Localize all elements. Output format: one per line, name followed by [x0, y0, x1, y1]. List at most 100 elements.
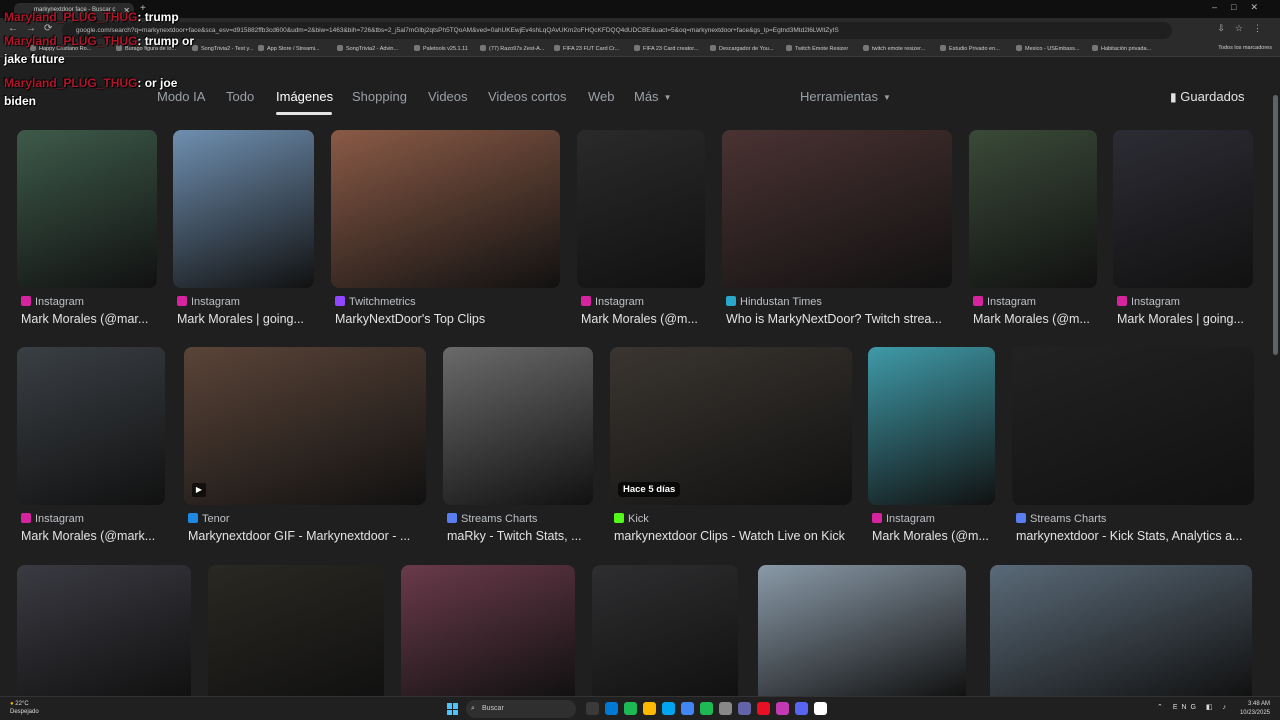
browser-tab-bar: markynextdoor face - Buscar c ✕ + –□✕ [0, 0, 1280, 18]
result-title[interactable]: Mark Morales | going... [1117, 312, 1257, 326]
bookmark-item[interactable]: twitch emote resizer... [863, 45, 925, 52]
result-source[interactable]: Instagram [872, 513, 935, 525]
result-source[interactable]: Instagram [581, 296, 644, 308]
tools-button[interactable]: Herramientas ▼ [800, 89, 891, 104]
result-thumbnail[interactable]: Hace 5 días [610, 347, 852, 505]
system-tray-icons[interactable]: ⌃ ENG ◧ ♪ [1157, 703, 1230, 711]
browser-toolbar-icons[interactable]: ⇩☆⋮ [1217, 23, 1272, 34]
tab-web[interactable]: Web [588, 89, 615, 104]
result-thumbnail[interactable] [868, 347, 995, 505]
result-source[interactable]: Tenor [188, 513, 230, 525]
result-thumbnail[interactable] [990, 565, 1252, 696]
folder-icon[interactable] [643, 702, 656, 715]
tab-todo[interactable]: Todo [226, 89, 254, 104]
result-source[interactable]: Twitchmetrics [335, 296, 416, 308]
result-title[interactable]: MarkyNextDoor's Top Clips [335, 312, 564, 326]
result-thumbnail[interactable] [208, 565, 384, 696]
bookmark-label: Estudio Privado en... [949, 46, 1000, 52]
result-title[interactable]: Mark Morales (@m... [581, 312, 709, 326]
bookmark-item[interactable]: Paletools v25.1.11 [414, 45, 468, 52]
clock[interactable]: 3:48 AM 10/23/2025 [1240, 700, 1270, 718]
windows-start-icon[interactable] [447, 703, 459, 715]
tab-videos-cortos[interactable]: Videos cortos [488, 89, 567, 104]
result-source[interactable]: Instagram [973, 296, 1036, 308]
result-thumbnail[interactable]: ▶ [184, 347, 426, 505]
result-thumbnail[interactable] [1012, 347, 1254, 505]
bookmark-item[interactable]: SongTrivia2 - Advin... [337, 45, 398, 52]
chat-username: Maryland_PLUG_THUG [4, 34, 138, 48]
address-bar[interactable]: google.com/search?q=markynextdoor+face&s… [62, 22, 1172, 39]
capture-icon[interactable] [814, 702, 827, 715]
result-thumbnail[interactable] [1113, 130, 1253, 288]
result-source[interactable]: Kick [614, 513, 649, 525]
discord-icon[interactable] [795, 702, 808, 715]
bookmark-item[interactable]: (77) Razo97s Zest-A... [480, 45, 544, 52]
weather-widget[interactable]: ● 22°C Despejado [10, 700, 39, 716]
result-thumbnail[interactable] [969, 130, 1097, 288]
github-icon[interactable] [719, 702, 732, 715]
result-title[interactable]: markynextdoor Clips - Watch Live on Kick [614, 529, 856, 543]
result-thumbnail[interactable] [443, 347, 593, 505]
bookmark-item[interactable]: Mexico - USEmbass... [1016, 45, 1079, 52]
teams-icon[interactable] [738, 702, 751, 715]
media-icon[interactable] [757, 702, 770, 715]
result-title[interactable]: Mark Morales (@mark... [21, 529, 169, 543]
result-thumbnail[interactable] [577, 130, 705, 288]
spotify-icon[interactable] [700, 702, 713, 715]
result-thumbnail[interactable] [17, 565, 191, 696]
page-scrollbar[interactable] [1273, 95, 1278, 355]
result-source[interactable]: Instagram [21, 296, 84, 308]
result-source[interactable]: Hindustan Times [726, 296, 822, 308]
result-title[interactable]: Mark Morales (@m... [973, 312, 1101, 326]
store-icon[interactable] [662, 702, 675, 715]
bookmark-favicon-icon [940, 45, 946, 51]
tab-mas[interactable]: Más ▼ [634, 89, 671, 104]
chrome-icon[interactable] [681, 702, 694, 715]
bookmark-item[interactable]: Habitación privada... [1092, 45, 1151, 52]
tab-shopping[interactable]: Shopping [352, 89, 407, 104]
result-thumbnail[interactable] [592, 565, 738, 696]
bookmark-item[interactable]: FIFA 23 Card creator... [634, 45, 698, 52]
result-thumbnail[interactable] [173, 130, 314, 288]
source-favicon-icon [1117, 296, 1127, 306]
edge-icon[interactable] [605, 702, 618, 715]
taskbar-search[interactable]: ⌕ Buscar [466, 700, 576, 718]
source-favicon-icon [335, 296, 345, 306]
result-thumbnail[interactable] [17, 130, 157, 288]
task-view-icon[interactable] [586, 702, 599, 715]
result-title[interactable]: Mark Morales | going... [177, 312, 318, 326]
bookmark-favicon-icon [258, 45, 264, 51]
result-thumbnail[interactable] [401, 565, 575, 696]
result-source[interactable]: Streams Charts [1016, 513, 1106, 525]
bookmark-label: FIFA 23 FUT Card Cr... [563, 46, 620, 52]
bookmark-favicon-icon [863, 45, 869, 51]
bookmark-item[interactable]: App Store / Streami... [258, 45, 320, 52]
result-source[interactable]: Instagram [1117, 296, 1180, 308]
result-title[interactable]: Mark Morales (@mar... [21, 312, 161, 326]
result-source[interactable]: Instagram [21, 513, 84, 525]
bookmark-item[interactable]: Estudio Privado en... [940, 45, 1000, 52]
result-thumbnail[interactable] [331, 130, 560, 288]
bookmark-item[interactable]: Descargador de You... [710, 45, 773, 52]
result-title[interactable]: maRky - Twitch Stats, ... [447, 529, 597, 543]
all-bookmarks[interactable]: Todos los marcadores [1218, 45, 1272, 51]
result-title[interactable]: Markynextdoor GIF - Markynextdoor - ... [188, 529, 430, 543]
file-explorer-icon[interactable] [624, 702, 637, 715]
result-title[interactable]: Mark Morales (@m... [872, 529, 999, 543]
saved-button[interactable]: ▮ Guardados [1170, 89, 1245, 104]
result-source[interactable]: Streams Charts [447, 513, 537, 525]
source-name: Instagram [1131, 296, 1180, 308]
result-title[interactable]: markynextdoor - Kick Stats, Analytics a.… [1016, 529, 1258, 543]
bookmark-item[interactable]: Twitch Emote Resizer [786, 45, 848, 52]
window-controls[interactable]: –□✕ [1212, 2, 1272, 13]
result-thumbnail[interactable] [722, 130, 952, 288]
result-source[interactable]: Instagram [177, 296, 240, 308]
app-icon[interactable] [776, 702, 789, 715]
result-thumbnail[interactable] [17, 347, 165, 505]
tab-videos[interactable]: Videos [428, 89, 468, 104]
bookmark-item[interactable]: FIFA 23 FUT Card Cr... [554, 45, 619, 52]
result-title[interactable]: Who is MarkyNextDoor? Twitch strea... [726, 312, 956, 326]
source-favicon-icon [21, 296, 31, 306]
result-thumbnail[interactable] [758, 565, 966, 696]
tab-imagenes[interactable]: Imágenes [276, 89, 333, 104]
